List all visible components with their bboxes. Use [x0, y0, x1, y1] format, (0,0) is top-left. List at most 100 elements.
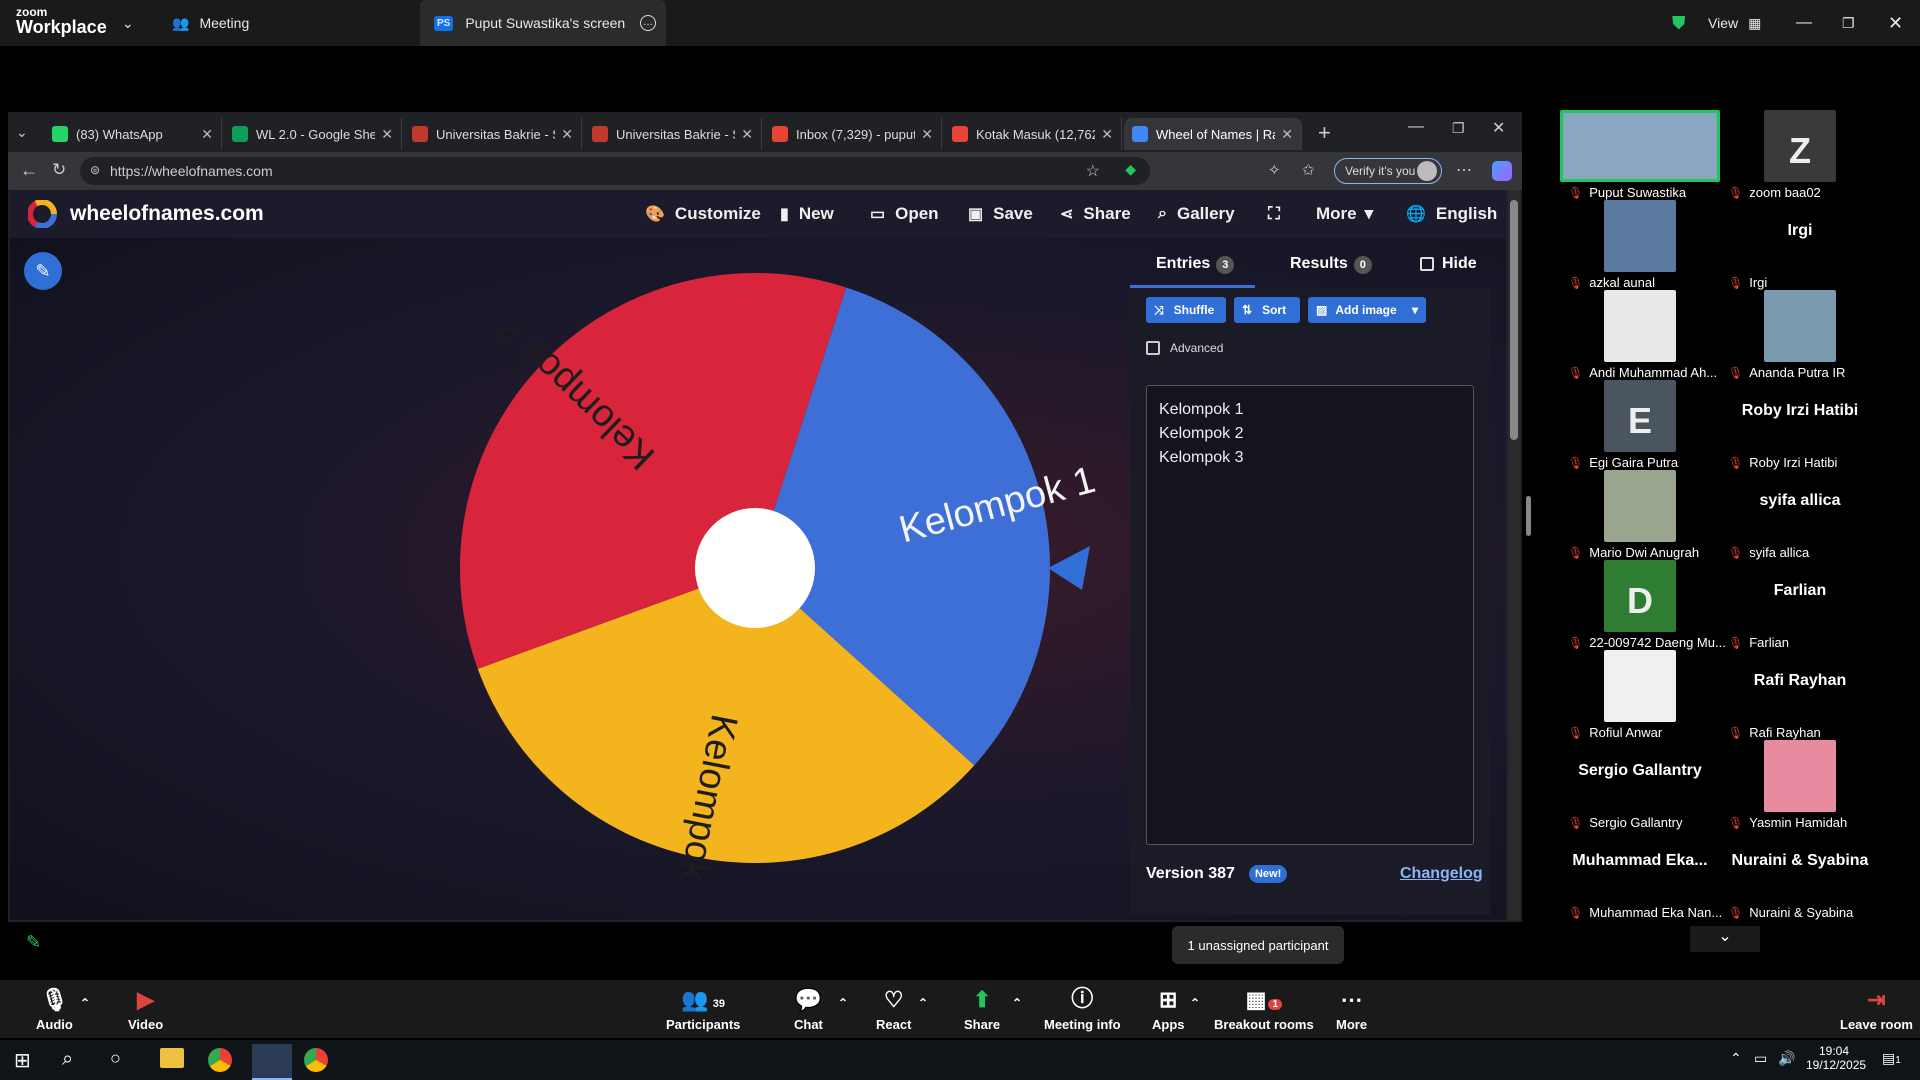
browser-tab[interactable]: WL 2.0 - Google Sheets ✕ [224, 118, 402, 150]
annotate-pencil-icon[interactable]: ✎ [26, 932, 41, 953]
new-button[interactable]: ▮ New [780, 190, 834, 238]
participant-tile[interactable]: 🎙 Andi Muhammad Ah... [1560, 290, 1720, 380]
file-explorer-icon[interactable] [160, 1048, 184, 1068]
new-tab-button[interactable]: + [1318, 120, 1331, 146]
wheel-center[interactable] [695, 508, 815, 628]
chat-options-button[interactable]: ⌃ [838, 980, 848, 1038]
site-info-icon[interactable]: ⊜ [90, 163, 100, 177]
network-icon[interactable]: ▭ [1754, 1050, 1767, 1067]
copilot-icon[interactable] [1492, 161, 1512, 181]
participant-tile[interactable]: 🎙 Puput Suwastika [1560, 110, 1720, 200]
tab-close-icon[interactable]: ✕ [561, 126, 573, 143]
favorites-icon[interactable]: ✩ [1302, 161, 1315, 179]
share-options-button[interactable]: ⌃ [1012, 980, 1022, 1038]
customize-button[interactable]: 🎨 Customize [645, 190, 761, 238]
more-options-icon[interactable]: … [640, 15, 656, 31]
chrome-icon[interactable] [304, 1048, 328, 1072]
participant-tile[interactable]: syifa allica 🎙 syifa allica [1720, 470, 1880, 560]
restore-button[interactable]: ❐ [1842, 0, 1855, 46]
gallery-button[interactable]: ⌕ Gallery [1158, 190, 1235, 238]
browser-minimize-button[interactable]: — [1408, 118, 1424, 136]
tab-search-icon[interactable]: ⌄ [16, 124, 28, 141]
language-button[interactable]: 🌐 English [1406, 190, 1497, 238]
zoom-logo-dropdown[interactable]: ⌄ [122, 0, 134, 46]
share-button[interactable]: ⋖ Share [1060, 190, 1131, 238]
browser-scrollbar[interactable] [1508, 190, 1520, 920]
menu-dots-icon[interactable]: ⋯ [1456, 160, 1472, 180]
verify-button[interactable]: Verify it's you [1334, 158, 1442, 184]
apps-options-button[interactable]: ⌃ [1190, 980, 1200, 1038]
fullscreen-button[interactable]: ⛶ [1268, 190, 1280, 238]
screen-share-tab[interactable]: PS Puput Suwastika's screen … [420, 0, 666, 46]
scroll-down-icon[interactable]: ⌄ [1690, 926, 1760, 952]
tab-close-icon[interactable]: ✕ [381, 126, 393, 143]
chat-button[interactable]: 💬 Chat [794, 980, 823, 1038]
view-button[interactable]: View ▦ [1708, 0, 1761, 46]
star-icon[interactable]: ☆ [1086, 161, 1100, 181]
search-icon[interactable]: ⌕ [62, 1048, 73, 1071]
react-button[interactable]: ♡ React [876, 980, 911, 1038]
participant-tile[interactable]: Z 🎙 zoom baa02 [1720, 110, 1880, 200]
wheel[interactable]: Kelompok 1Kelompok 3Kelompok 2 [450, 270, 1100, 890]
tray-chevron-icon[interactable]: ⌃ [1730, 1050, 1742, 1067]
zoom-taskbar-icon[interactable] [252, 1044, 292, 1080]
url-field[interactable]: ⊜ https://wheelofnames.com ☆ ◆ [80, 157, 1150, 185]
shuffle-button[interactable]: ⤨ Shuffle [1146, 297, 1226, 323]
notification-icon[interactable]: ▤1 [1882, 1050, 1901, 1067]
reload-icon[interactable]: ↻ [52, 160, 66, 180]
windows-start-icon[interactable]: ⊞ [14, 1048, 31, 1073]
participant-tile[interactable]: D 🎙 22-009742 Daeng Mu... [1560, 560, 1726, 650]
share-screen-button[interactable]: ⬆ Share [964, 980, 1000, 1038]
participant-tile[interactable]: 🎙 azkal aunal [1560, 200, 1720, 290]
extension-icon[interactable]: ◆ [1125, 161, 1136, 178]
scrollbar-thumb[interactable] [1510, 200, 1518, 440]
tab-close-icon[interactable]: ✕ [1101, 126, 1113, 143]
browser-tab[interactable]: Universitas Bakrie - SIM ✕ [404, 118, 582, 150]
hide-checkbox[interactable]: Hide [1420, 255, 1477, 273]
minimize-button[interactable]: — [1796, 0, 1812, 46]
audio-options-button[interactable]: ⌃ [80, 980, 90, 1038]
volume-icon[interactable]: 🔊 [1778, 1050, 1795, 1067]
sort-button[interactable]: ⇅ Sort [1234, 297, 1300, 323]
react-options-button[interactable]: ⌃ [918, 980, 928, 1038]
audio-button[interactable]: 🎙 Audio [36, 980, 73, 1038]
meeting-info-button[interactable]: ⓘ Meeting info [1044, 980, 1121, 1038]
tab-entries[interactable]: Entries 3 [1156, 255, 1235, 274]
participant-tile[interactable]: 🎙 Ananda Putra IR [1720, 290, 1880, 380]
tab-close-icon[interactable]: ✕ [741, 126, 753, 143]
chrome-icon[interactable] [208, 1048, 232, 1072]
tab-close-icon[interactable]: ✕ [201, 126, 213, 143]
edit-pencil-button[interactable]: ✎ [24, 252, 62, 290]
add-image-button[interactable]: ▨ Add image ▾ [1308, 297, 1426, 323]
browser-tab[interactable]: Inbox (7,329) - puput.sw ✕ [764, 118, 942, 150]
more-menu-button[interactable]: More ▾ [1316, 190, 1373, 238]
panel-resize-handle[interactable] [1526, 496, 1531, 536]
participant-tile[interactable]: 🎙 Yasmin Hamidah [1720, 740, 1880, 830]
participant-tile[interactable]: 🎙 Rofiul Anwar [1560, 650, 1720, 740]
entries-textarea[interactable]: Kelompok 1 Kelompok 2 Kelompok 3 [1146, 385, 1474, 845]
browser-tab[interactable]: Wheel of Names | Rand ✕ [1124, 118, 1302, 150]
back-icon[interactable]: ← [20, 160, 38, 181]
meeting-tab[interactable]: 👥 Meeting [172, 0, 249, 46]
clock[interactable]: 19:04 19/12/2025 [1806, 1044, 1866, 1072]
browser-tab[interactable]: Kotak Masuk (12,762) - ✕ [944, 118, 1122, 150]
breakout-rooms-button[interactable]: ▦ 1 Breakout rooms [1214, 980, 1314, 1038]
video-button[interactable]: ▶ Video [128, 980, 163, 1038]
won-logo[interactable]: wheelofnames.com [28, 200, 264, 228]
participant-tile[interactable]: Nuraini & Syabina 🎙 Nuraini & Syabina [1720, 830, 1880, 920]
browser-tab[interactable]: (83) WhatsApp ✕ [44, 118, 222, 150]
participant-tile[interactable]: Sergio Gallantry 🎙 Sergio Gallantry [1560, 740, 1720, 830]
participants-button[interactable]: 👥 39 Participants [666, 980, 740, 1038]
extensions-icon[interactable]: ✧ [1268, 161, 1281, 179]
apps-button[interactable]: ⊞ Apps [1152, 980, 1185, 1038]
participant-tile[interactable]: E 🎙 Egi Gaira Putra [1560, 380, 1720, 470]
browser-restore-button[interactable]: ❐ [1452, 120, 1465, 137]
advanced-checkbox[interactable]: Advanced [1146, 341, 1223, 355]
browser-close-button[interactable]: ✕ [1492, 118, 1505, 138]
open-button[interactable]: ▭ Open [870, 190, 939, 238]
more-button[interactable]: ⋯ More [1336, 980, 1367, 1038]
tab-close-icon[interactable]: ✕ [921, 126, 933, 143]
participant-tile[interactable]: Irgi 🎙 Irgi [1720, 200, 1880, 290]
browser-tab[interactable]: Universitas Bakrie - SIM ✕ [584, 118, 762, 150]
cortana-icon[interactable]: ○ [110, 1048, 121, 1069]
